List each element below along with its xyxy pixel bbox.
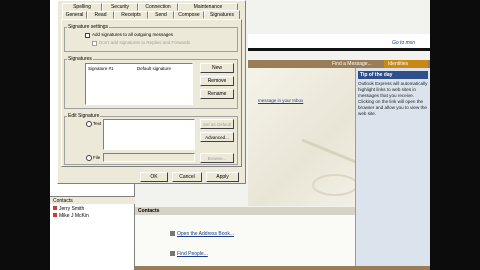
no-replies-checkbox[interactable] xyxy=(92,41,97,46)
new-signature-button[interactable]: New xyxy=(200,63,234,73)
text-radio[interactable] xyxy=(86,121,92,127)
add-to-all-label: Add signatures to all outgoing messages xyxy=(92,32,174,37)
find-message-link[interactable]: Find a Message... xyxy=(332,61,372,67)
address-book-icon xyxy=(170,231,175,237)
contacts-section-title: Contacts xyxy=(135,207,355,215)
advanced-button[interactable]: Advanced... xyxy=(200,132,234,142)
inbox-text: message in your Inbox xyxy=(258,98,303,103)
contact-icon xyxy=(53,206,57,210)
browse-button[interactable]: Browse... xyxy=(200,153,234,163)
tab-spelling[interactable]: Spelling xyxy=(62,3,102,11)
signature-status: Default signature xyxy=(137,66,172,71)
tip-title: Tip of the day xyxy=(358,71,428,79)
identities-button[interactable]: Identities xyxy=(384,60,428,68)
contact-item[interactable]: Jerry Smith xyxy=(53,206,84,212)
tab-connection[interactable]: Connection xyxy=(138,3,178,11)
cancel-button[interactable]: Cancel xyxy=(172,172,202,182)
signature-row[interactable]: Signature #1 Default signature xyxy=(87,65,191,72)
contact-icon xyxy=(53,213,57,217)
file-radio-label: File xyxy=(93,155,101,160)
msn-logo-text: Go to msn xyxy=(392,40,416,46)
contacts-pane-header: Contacts xyxy=(50,196,135,204)
signature-text-area[interactable] xyxy=(103,119,195,150)
signature-name: Signature #1 xyxy=(88,66,114,71)
signatures-label: Signatures xyxy=(67,56,93,62)
left-dark-strip xyxy=(0,0,50,270)
tip-body: Outlook Express will automatically highl… xyxy=(358,81,428,116)
contact-name: Jerry Smith xyxy=(59,206,85,212)
open-address-book-link[interactable]: Open the Address Book... xyxy=(170,231,234,237)
contacts-section xyxy=(135,215,355,270)
remove-signature-button[interactable]: Remove xyxy=(200,76,234,86)
identities-label: Identities xyxy=(388,61,409,67)
tab-read[interactable]: Read xyxy=(87,11,114,19)
ok-button[interactable]: OK xyxy=(140,172,168,182)
tab-receipts[interactable]: Receipts xyxy=(114,11,148,19)
contact-name: Mike J McKin xyxy=(59,213,89,219)
set-default-button[interactable]: Set as Default xyxy=(200,119,234,129)
tab-compose[interactable]: Compose xyxy=(174,11,204,19)
no-replies-label: Don't add signatures to Replies and Forw… xyxy=(99,40,191,45)
signature-settings-label: Signature settings xyxy=(67,24,110,30)
rename-signature-button[interactable]: Rename xyxy=(200,89,234,99)
bottom-bar xyxy=(135,266,430,270)
open-address-book-label: Open the Address Book... xyxy=(177,231,234,237)
inbox-text-label: message in your Inbox xyxy=(258,98,304,103)
pen-illustration xyxy=(301,138,358,196)
right-dark-strip xyxy=(430,0,480,270)
text-radio-label: Text xyxy=(93,121,102,126)
add-to-all-checkbox[interactable] xyxy=(85,33,90,38)
tab-send[interactable]: Send xyxy=(148,11,174,19)
find-people-label: Find People... xyxy=(177,251,208,257)
tab-security[interactable]: Security xyxy=(102,3,138,11)
msn-logo[interactable]: Go to msn xyxy=(392,40,415,46)
file-path-field[interactable] xyxy=(103,153,195,162)
edit-signature-label: Edit Signature xyxy=(67,113,101,119)
find-people-link[interactable]: Find People... xyxy=(170,251,208,257)
find-people-icon xyxy=(170,251,175,257)
file-radio[interactable] xyxy=(86,155,92,161)
contact-item[interactable]: Mike J McKin xyxy=(53,213,89,219)
tab-general[interactable]: General xyxy=(62,11,87,19)
apply-button[interactable]: Apply xyxy=(206,172,239,182)
